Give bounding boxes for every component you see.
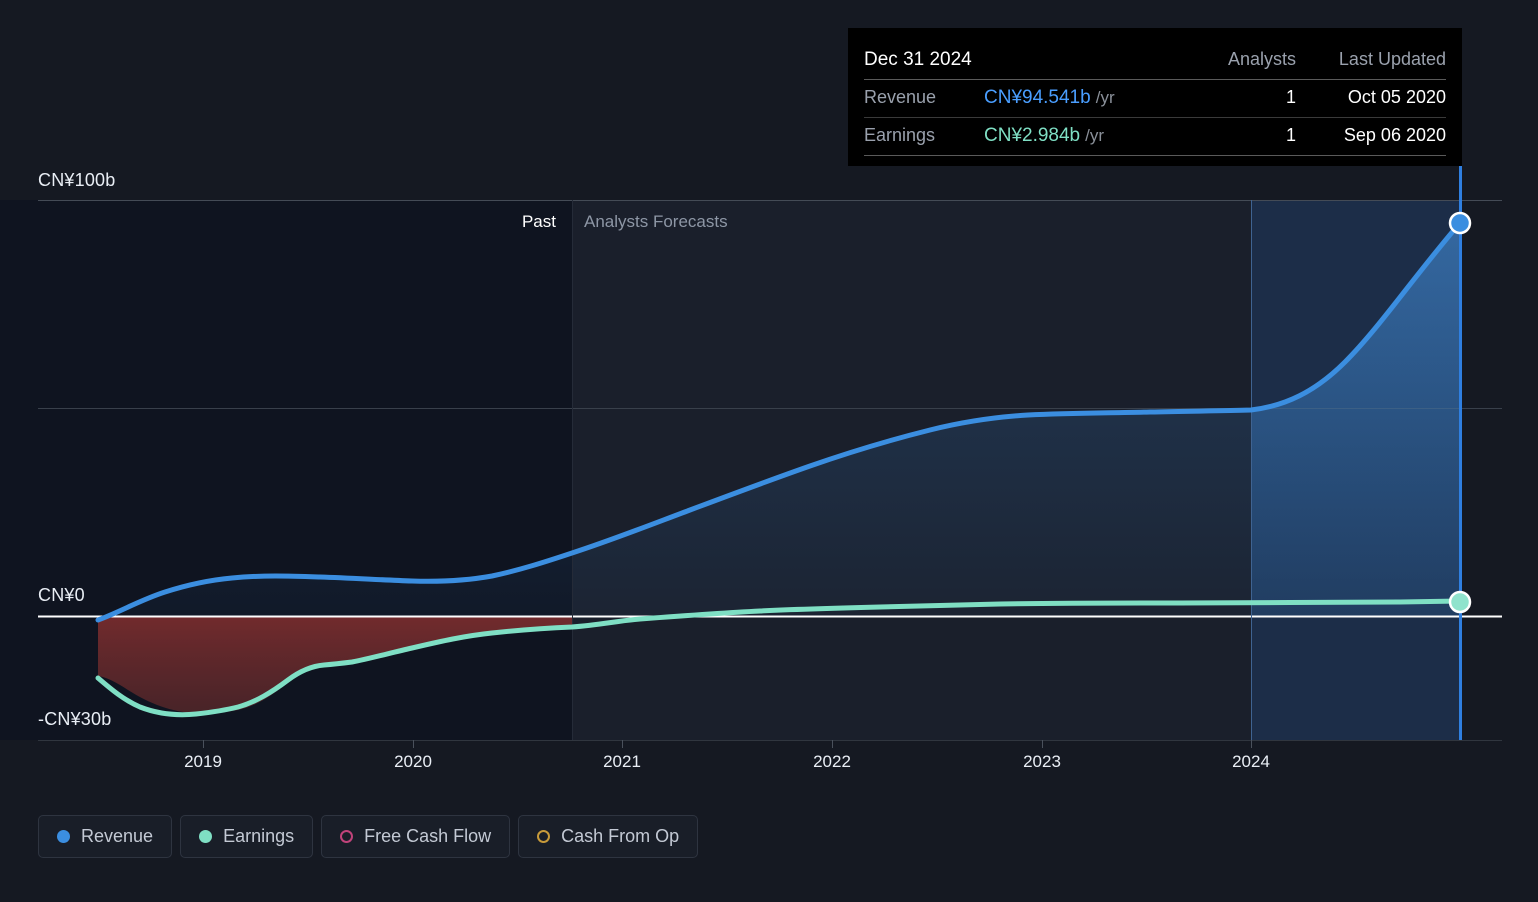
tooltip-earnings-unit: /yr — [1085, 126, 1105, 145]
tooltip-revenue-value: CN¥94.541b — [984, 87, 1091, 108]
legend-label-earnings: Earnings — [223, 826, 295, 846]
tooltip-earnings-analysts: 1 — [1210, 117, 1296, 156]
legend-label-cash-from-op: Cash From Op — [561, 826, 680, 846]
revenue-earnings-chart: CN¥100b CN¥0 -CN¥30b 2019 2020 2021 2022… — [0, 0, 1538, 902]
x-axis-label-2023: 2023 — [1023, 752, 1061, 771]
legend-item-cash-from-op[interactable]: Cash From Op — [518, 815, 699, 858]
tooltip-revenue-last-updated: Oct 05 2020 — [1296, 79, 1446, 118]
legend-label-free-cash-flow: Free Cash Flow — [364, 826, 492, 846]
y-axis-label-bottom: -CN¥30b — [38, 709, 112, 729]
chart-legend: Revenue Earnings Free Cash Flow Cash Fro… — [38, 815, 699, 858]
legend-item-earnings[interactable]: Earnings — [180, 815, 314, 858]
past-band-label: Past — [521, 212, 556, 231]
tooltip-revenue-unit: /yr — [1095, 88, 1115, 107]
tooltip-revenue-label: Revenue — [864, 79, 984, 118]
y-axis-label-zero: CN¥0 — [38, 585, 85, 605]
tooltip-earnings-value: CN¥2.984b — [984, 125, 1081, 146]
tooltip-earnings-label: Earnings — [864, 117, 984, 156]
tooltip-earnings-value-cell: CN¥2.984b /yr — [984, 117, 1210, 156]
circle-filled-icon — [199, 830, 213, 843]
tooltip-row-revenue: Revenue CN¥94.541b /yr 1 Oct 05 2020 — [864, 79, 1446, 118]
x-axis-ticks — [203, 740, 1252, 748]
legend-item-free-cash-flow[interactable]: Free Cash Flow — [321, 815, 511, 858]
right-empty-band — [1460, 200, 1538, 740]
tooltip-row-earnings: Earnings CN¥2.984b /yr 1 Sep 06 2020 — [864, 117, 1446, 156]
tooltip-header-row: Dec 31 2024 Analysts Last Updated — [864, 42, 1446, 80]
legend-item-revenue[interactable]: Revenue — [38, 815, 173, 858]
x-axis-label-2020: 2020 — [394, 752, 432, 771]
tooltip-earnings-last-updated: Sep 06 2020 — [1296, 117, 1446, 156]
tooltip-revenue-analysts: 1 — [1210, 79, 1296, 118]
x-axis-label-2019: 2019 — [184, 752, 222, 771]
circle-filled-icon — [57, 830, 70, 843]
circle-outline-icon — [537, 830, 551, 843]
circle-outline-icon — [340, 830, 354, 843]
tooltip-header-last-updated: Last Updated — [1296, 42, 1446, 80]
x-axis-label-2022: 2022 — [813, 752, 851, 771]
x-axis-label-2021: 2021 — [603, 752, 641, 771]
x-axis-label-2024: 2024 — [1232, 752, 1270, 771]
tooltip-table: Dec 31 2024 Analysts Last Updated Revenu… — [864, 42, 1446, 156]
revenue-endpoint-marker — [1448, 211, 1472, 235]
y-axis-label-top: CN¥100b — [38, 170, 116, 190]
tooltip-date: Dec 31 2024 — [864, 42, 1210, 80]
tooltip-header-analysts: Analysts — [1210, 42, 1296, 80]
legend-label-revenue: Revenue — [81, 826, 154, 846]
forecast-band-label: Analysts Forecasts — [584, 212, 728, 231]
chart-tooltip: Dec 31 2024 Analysts Last Updated Revenu… — [848, 28, 1462, 166]
earnings-endpoint-marker — [1448, 590, 1472, 614]
tooltip-revenue-value-cell: CN¥94.541b /yr — [984, 79, 1210, 118]
